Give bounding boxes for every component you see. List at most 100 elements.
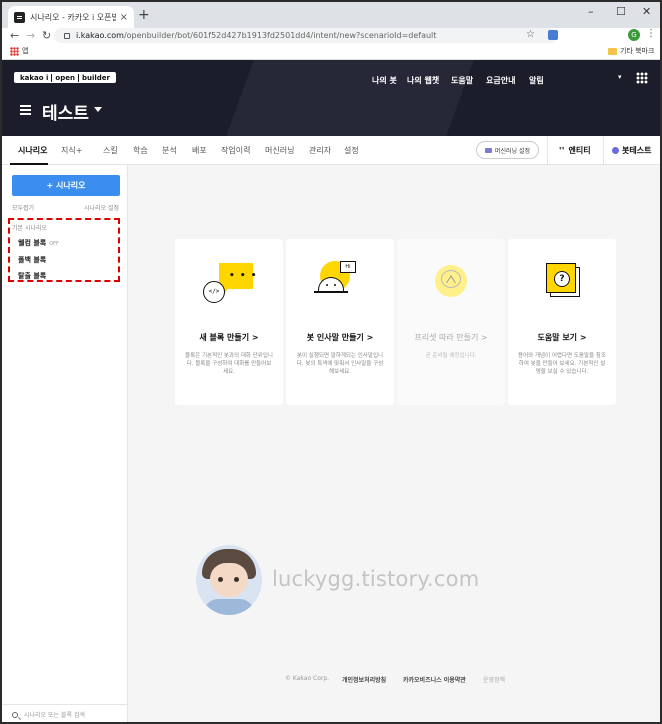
code-bubble: </>	[203, 281, 225, 303]
tab-analytics[interactable]: 분석	[162, 145, 177, 156]
hamburger-menu-icon[interactable]	[20, 105, 31, 117]
bookmarks-bar: 앱 기타 북마크	[2, 44, 660, 60]
tab-scenario[interactable]: 시나리오	[18, 145, 47, 156]
quote-icon: ❜❜	[559, 146, 565, 155]
watermark-avatar	[196, 545, 262, 615]
main-content: • • • </> 새 블록 만들기 > 블록은 기본적인 봇과의 대화 단위입…	[129, 165, 660, 722]
card-preset: 프리셋 따라 만들기 > 곧 준비될 예정입니다.	[397, 239, 505, 405]
search-icon	[12, 711, 18, 718]
tab-deploy[interactable]: 배포	[192, 145, 207, 156]
tab-history[interactable]: 작업이력	[221, 145, 250, 156]
tab-settings[interactable]: 설정	[344, 145, 359, 156]
bot-test-icon	[612, 147, 619, 154]
triangle-shape	[441, 270, 461, 288]
card-help[interactable]: ? 도움말 보기 > 용어와 개념이 어렵다면 도움말을 참조하여 봇을 만들어…	[508, 239, 616, 405]
nav-pricing[interactable]: 요금안내	[486, 75, 515, 86]
card-new-block[interactable]: • • • </> 새 블록 만들기 > 블록은 기본적인 봇과의 대화 단위입…	[175, 239, 283, 405]
nav-notifications[interactable]: 알림	[529, 75, 544, 86]
minimize-button[interactable]: –	[588, 5, 594, 18]
translate-extension-icon[interactable]	[548, 30, 558, 40]
help-icon: ?	[532, 259, 592, 311]
footer-terms-link[interactable]: 카카오비즈니스 이용약관	[403, 675, 466, 684]
new-block-icon: • • • </>	[199, 259, 259, 311]
kakao-openbuilder-logo[interactable]: kakao i open builder	[14, 72, 116, 83]
preset-icon	[421, 259, 481, 311]
bookmark-apps[interactable]: 앱	[22, 46, 28, 56]
question-mark: ?	[554, 271, 570, 287]
tab-strip: 시나리오 - 카카오 i 오픈빌더 × + – ☐ ✕	[2, 2, 660, 28]
add-scenario-button[interactable]: + 시나리오	[12, 175, 120, 196]
apps-grid-icon[interactable]	[10, 47, 19, 56]
divider	[547, 136, 548, 165]
browser-tab-title: 시나리오 - 카카오 i 오픈빌더	[30, 12, 116, 22]
collapse-all-link[interactable]: 모두접기	[12, 203, 34, 212]
logo-part: open	[52, 73, 79, 82]
close-window-button[interactable]: ✕	[642, 5, 651, 18]
main-tabs-bar: 시나리오 지식+ 스킬 학습 분석 배포 작업이력 머신러닝 관리자 설정 머신…	[2, 136, 660, 165]
bot-test-label: 봇테스트	[622, 146, 652, 155]
bookmark-other[interactable]: 기타 북마크	[620, 46, 654, 56]
sidebar-item-welcome-block[interactable]: 웰컴 블록 OFF	[18, 238, 59, 248]
sidebar-item-label: 탈출 블록	[18, 272, 47, 280]
card-description: 용어와 개념이 어렵다면 도움말을 참조하여 봇을 만들어 보세요. 기본적인 …	[518, 353, 606, 375]
card-description: 블록은 기본적인 봇과의 대화 단위입니다. 블록을 구성하여 대화를 만들어보…	[185, 353, 273, 375]
sidebar-item-label: 웰컴 블록	[18, 239, 47, 247]
card-title: 프리셋 따라 만들기 >	[414, 333, 488, 342]
tab-knowledge-plus[interactable]: 지식+	[61, 145, 82, 156]
bookmark-star-icon[interactable]: ☆	[526, 29, 535, 40]
footer-copyright: © Kakao Corp.	[285, 675, 330, 682]
kakao-favicon-icon	[14, 11, 25, 23]
url-input[interactable]: i.kakao.com/openbuilder/bot/601f52d427b1…	[54, 28, 558, 43]
bot-test-button[interactable]: 봇테스트	[612, 145, 651, 156]
tab-close-icon[interactable]: ×	[120, 12, 128, 23]
default-scenario-heading[interactable]: 기본 시나리오	[12, 223, 47, 232]
nav-my-bots[interactable]: 나의 봇	[372, 75, 397, 86]
hi-bubble: Hi	[340, 261, 356, 273]
url-path: /openbuilder/bot/601f52d427b1913fd2501dd…	[123, 31, 437, 40]
url-host: i.kakao.com	[76, 31, 124, 40]
sidebar-item-exit-block[interactable]: 탈출 블록	[18, 271, 46, 281]
ml-settings-button[interactable]: 머신러닝 설정	[476, 141, 539, 159]
search-placeholder: 시나리오 또는 블록 검색	[24, 712, 85, 719]
card-bot-greeting[interactable]: Hi 봇 인사말 만들기 > 봇이 실행되면 말하게되는 인사말입니다. 봇의 …	[286, 239, 394, 405]
footer-policy-link[interactable]: 운영정책	[483, 675, 505, 684]
back-arrow-icon[interactable]: ←	[10, 29, 19, 42]
status-badge: OFF	[49, 241, 59, 247]
sidebar-item-fallback-block[interactable]: 폴백 블록	[18, 255, 46, 265]
card-title: 도움말 보기 >	[537, 333, 587, 342]
nav-help[interactable]: 도움말	[451, 75, 473, 86]
scenario-search-input[interactable]: 시나리오 또는 블록 검색	[2, 704, 127, 722]
lock-icon	[64, 32, 70, 39]
greeting-icon: Hi	[310, 259, 370, 311]
card-description: 곧 준비될 예정입니다.	[425, 353, 477, 359]
card-title: 봇 인사말 만들기 >	[306, 333, 374, 342]
app-header: kakao i open builder 나의 봇 나의 웹챗 도움말 요금안내…	[2, 60, 660, 136]
ml-settings-label: 머신러닝 설정	[494, 147, 531, 155]
tab-skill[interactable]: 스킬	[103, 145, 118, 156]
entity-button[interactable]: ❜❜ 엔티티	[559, 145, 591, 156]
scenario-settings-link[interactable]: 시나리오 설정	[84, 203, 119, 212]
footer-privacy-link[interactable]: 개인정보처리방침	[342, 675, 386, 684]
base-line	[314, 291, 348, 293]
graduation-cap-icon	[484, 147, 492, 153]
forward-arrow-icon[interactable]: →	[26, 29, 35, 42]
bot-select-caret-icon[interactable]	[94, 107, 102, 112]
maximize-button[interactable]: ☐	[616, 5, 626, 18]
caret-down-icon[interactable]: ▾	[618, 73, 622, 81]
new-tab-button[interactable]: +	[138, 7, 150, 23]
profile-avatar[interactable]: G	[628, 29, 640, 41]
service-grid-icon[interactable]	[636, 72, 648, 84]
bot-title[interactable]: 테스트	[42, 99, 89, 124]
browser-menu-icon[interactable]: ⋮	[646, 28, 656, 39]
card-title: 새 블록 만들기 >	[199, 333, 259, 342]
reload-icon[interactable]: ↻	[42, 29, 51, 42]
tab-admin[interactable]: 관리자	[309, 145, 331, 156]
tab-learning[interactable]: 학습	[133, 145, 148, 156]
tab-machine-learning[interactable]: 머신러닝	[265, 145, 294, 156]
divider	[603, 136, 604, 165]
user-account-menu[interactable]	[577, 74, 617, 84]
scenario-sidebar: + 시나리오 모두접기 시나리오 설정 기본 시나리오 웰컴 블록 OFF 폴백 …	[2, 165, 128, 722]
nav-my-webchat[interactable]: 나의 웹챗	[407, 75, 439, 86]
address-bar-row: ← → ↻ i.kakao.com/openbuilder/bot/601f52…	[2, 28, 660, 44]
browser-tab[interactable]: 시나리오 - 카카오 i 오픈빌더 ×	[8, 6, 134, 28]
